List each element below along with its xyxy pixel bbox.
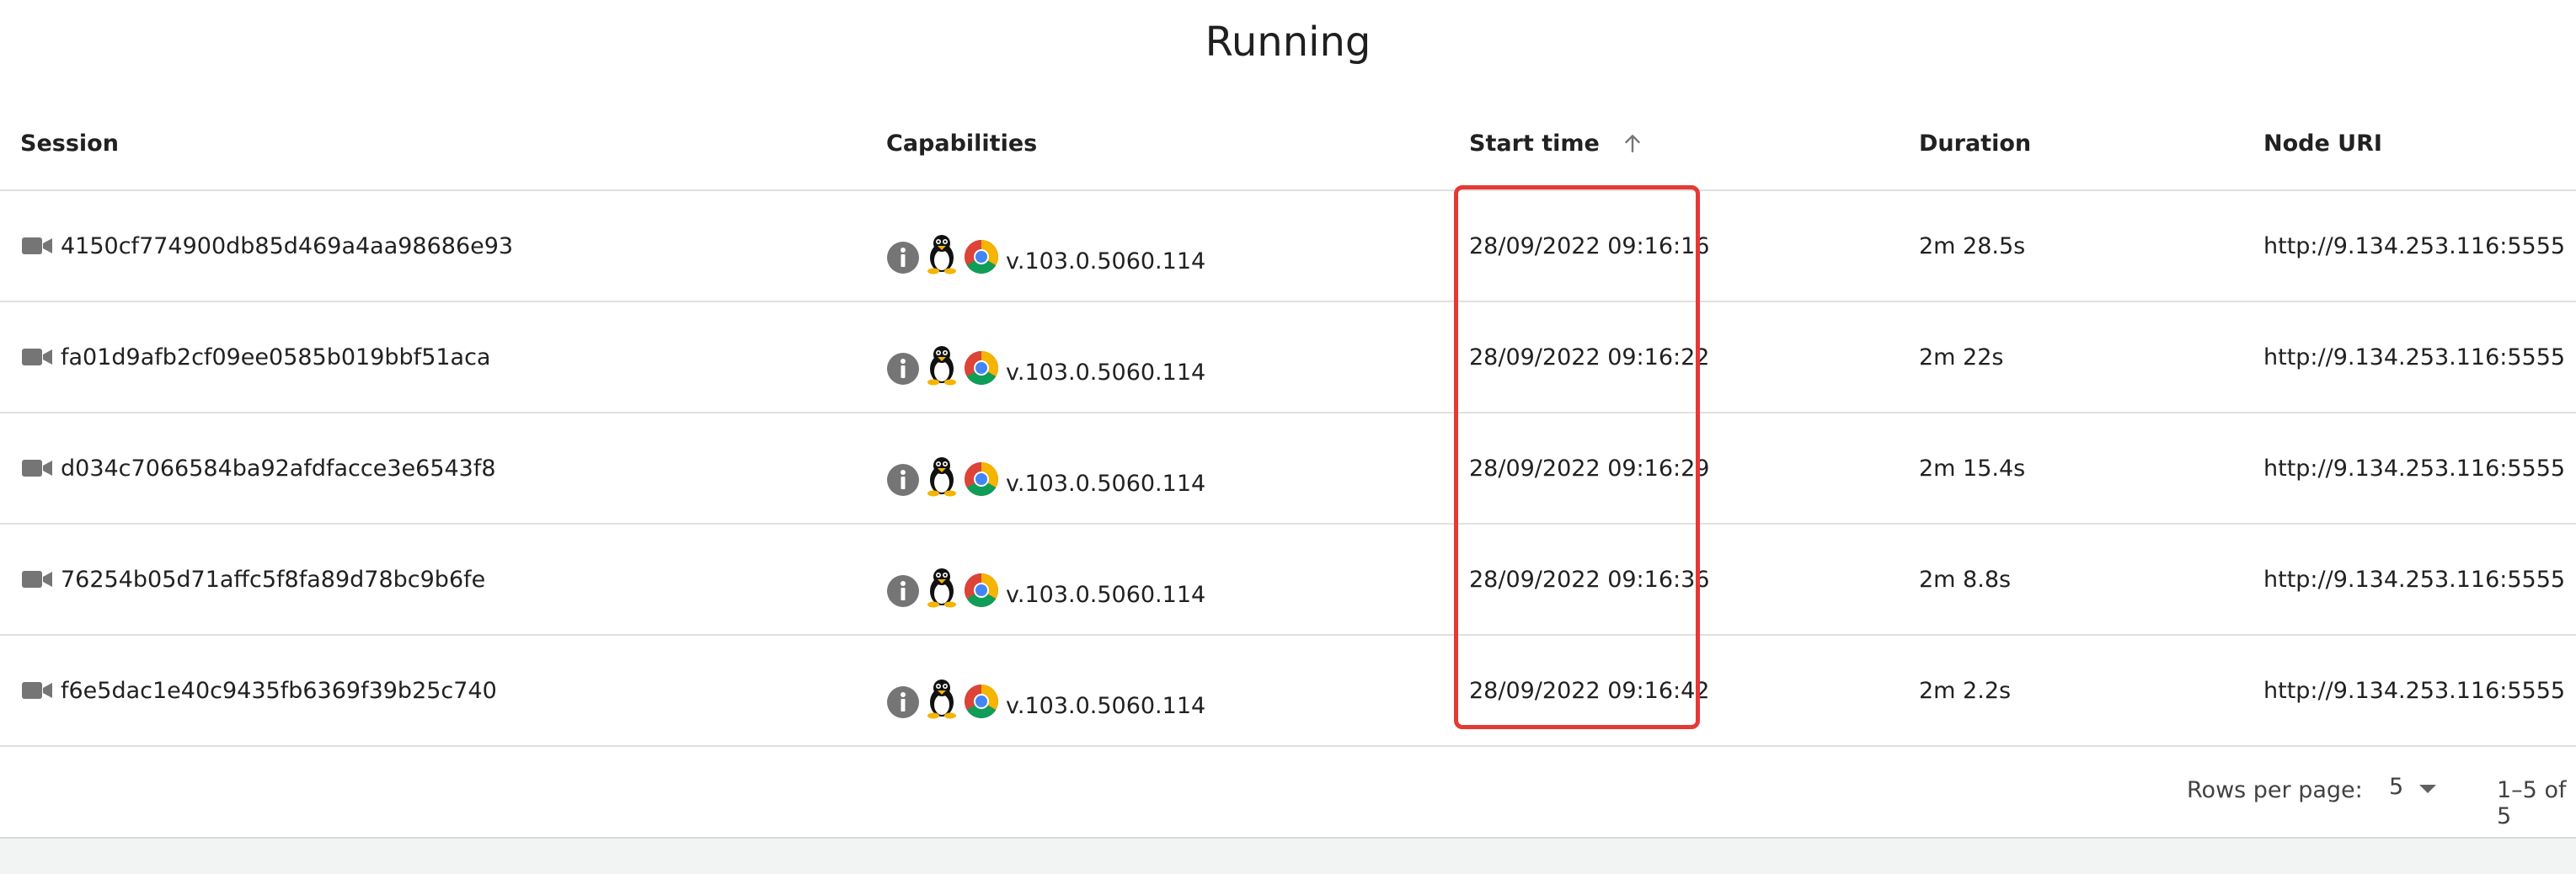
table-body: 4150cf774900db85d469a4aa98686e93 v.103.0… [0,191,2576,747]
browser-version: v.103.0.5060.114 [1006,693,1206,719]
browser-version: v.103.0.5060.114 [1006,582,1206,608]
capabilities-cell: v.103.0.5060.114 [886,636,1205,745]
start-time-cell: 28/09/2022 09:16:36 [1469,566,1710,593]
browser-version: v.103.0.5060.114 [1006,248,1206,274]
linux-tux-icon [925,455,959,497]
start-time-cell: 28/09/2022 09:16:16 [1469,232,1710,259]
duration-cell: 2m 8.8s [1919,566,2012,593]
rows-per-page-select[interactable]: 5 [2389,774,2437,800]
table-header: Session Capabilities Start time Duration… [0,97,2576,191]
duration-cell: 2m 28.5s [1919,232,2026,259]
session-cell: 4150cf774900db85d469a4aa98686e93 [20,191,513,301]
column-header-session[interactable]: Session [20,97,119,189]
info-icon[interactable] [886,463,920,497]
table-row[interactable]: d034c7066584ba92afdfacce3e6543f8 v.103.0… [0,413,2576,525]
linux-tux-icon [925,566,959,608]
column-header-node-uri[interactable]: Node URI [2263,97,2382,189]
table-row[interactable]: fa01d9afb2cf09ee0585b019bbf51aca v.103.0… [0,302,2576,413]
session-cell: f6e5dac1e40c9435fb6369f39b25c740 [20,636,497,745]
video-camera-icon [20,568,54,591]
browser-version: v.103.0.5060.114 [1006,360,1206,386]
info-icon[interactable] [886,685,920,719]
capabilities-cell: v.103.0.5060.114 [886,525,1205,634]
sessions-table: Session Capabilities Start time Duration… [0,97,2576,747]
chrome-icon [964,573,999,608]
session-id[interactable]: fa01d9afb2cf09ee0585b019bbf51aca [61,344,490,370]
node-uri-cell: http://9.134.253.116:5555 [2263,677,2566,704]
session-cell: 76254b05d71affc5f8fa89d78bc9b6fe [20,525,485,634]
duration-cell: 2m 15.4s [1919,455,2026,482]
bottom-bar [0,837,2576,874]
pagination-range: 1–5 of 5 [2497,777,2567,829]
info-icon[interactable] [886,574,920,608]
column-header-capabilities[interactable]: Capabilities [886,97,1037,189]
session-cell: fa01d9afb2cf09ee0585b019bbf51aca [20,302,490,412]
capabilities-cell: v.103.0.5060.114 [886,302,1205,412]
session-cell: d034c7066584ba92afdfacce3e6543f8 [20,413,496,523]
linux-tux-icon [925,677,959,719]
chrome-icon [964,684,999,719]
capabilities-cell: v.103.0.5060.114 [886,191,1205,301]
page-title: Running [1205,19,1371,66]
table-row[interactable]: f6e5dac1e40c9435fb6369f39b25c740 v.103.0… [0,636,2576,747]
info-icon[interactable] [886,352,920,386]
node-uri-cell: http://9.134.253.116:5555 [2263,566,2566,593]
linux-tux-icon [925,232,959,274]
node-uri-cell: http://9.134.253.116:5555 [2263,344,2566,370]
table-pagination: Rows per page: 5 1–5 of 5 [0,745,2576,838]
chrome-icon [964,239,999,274]
chrome-icon [964,350,999,386]
caret-down-icon [2418,774,2437,800]
duration-cell: 2m 2.2s [1919,677,2012,704]
column-header-start-time[interactable]: Start time [1469,97,1643,189]
node-uri-cell: http://9.134.253.116:5555 [2263,455,2566,482]
column-header-duration[interactable]: Duration [1919,97,2031,189]
session-id[interactable]: f6e5dac1e40c9435fb6369f39b25c740 [61,678,497,704]
start-time-cell: 28/09/2022 09:16:42 [1469,677,1710,704]
duration-cell: 2m 22s [1919,344,2004,370]
video-camera-icon [20,456,54,480]
info-icon[interactable] [886,241,920,274]
video-camera-icon [20,234,54,258]
arrow-up-icon[interactable] [1622,131,1643,155]
rows-per-page-value: 5 [2389,774,2404,800]
capabilities-cell: v.103.0.5060.114 [886,413,1205,523]
session-id[interactable]: d034c7066584ba92afdfacce3e6543f8 [61,456,496,482]
session-id[interactable]: 76254b05d71affc5f8fa89d78bc9b6fe [61,567,485,593]
video-camera-icon [20,679,54,702]
start-time-cell: 28/09/2022 09:16:29 [1469,455,1710,482]
node-uri-cell: http://9.134.253.116:5555 [2263,232,2566,259]
table-row[interactable]: 4150cf774900db85d469a4aa98686e93 v.103.0… [0,191,2576,302]
browser-version: v.103.0.5060.114 [1006,471,1206,497]
chrome-icon [964,461,999,497]
table-row[interactable]: 76254b05d71affc5f8fa89d78bc9b6fe v.103.0… [0,525,2576,636]
session-id[interactable]: 4150cf774900db85d469a4aa98686e93 [61,233,513,259]
rows-per-page-label: Rows per page: [2187,777,2363,803]
linux-tux-icon [925,344,959,386]
video-camera-icon [20,345,54,369]
start-time-cell: 28/09/2022 09:16:22 [1469,344,1710,370]
